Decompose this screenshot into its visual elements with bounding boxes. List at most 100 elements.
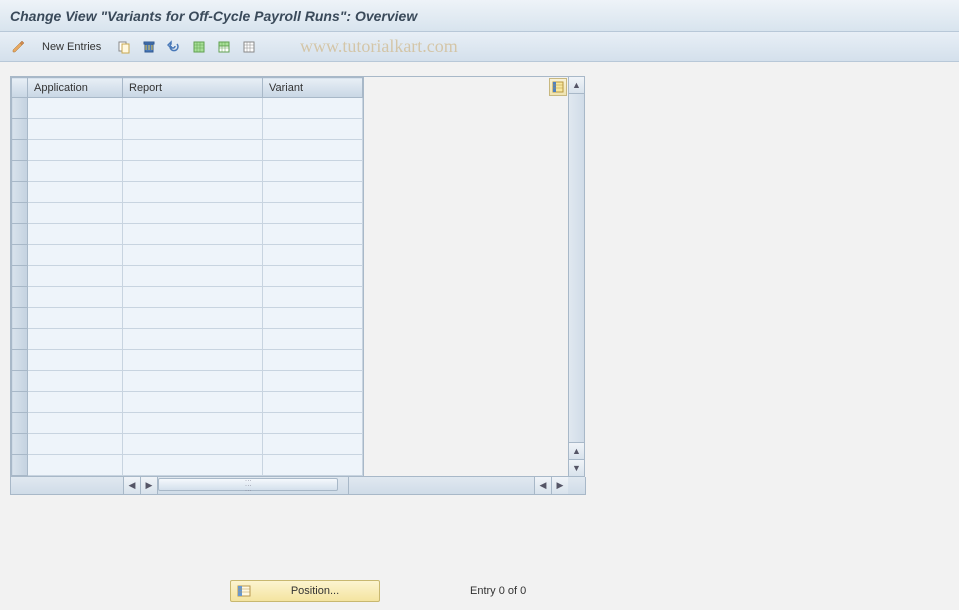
table-cell[interactable] [263, 119, 363, 140]
table-cell[interactable] [28, 371, 123, 392]
row-selector[interactable] [12, 350, 28, 371]
hscroll-thumb[interactable] [158, 478, 338, 491]
select-all-button[interactable] [188, 36, 210, 58]
table-cell[interactable] [123, 434, 263, 455]
table-cell[interactable] [263, 329, 363, 350]
table-cell[interactable] [28, 308, 123, 329]
row-selector[interactable] [12, 266, 28, 287]
content-area: Application Report Variant [0, 62, 959, 509]
select-block-button[interactable] [213, 36, 235, 58]
table-cell[interactable] [28, 119, 123, 140]
table-cell[interactable] [28, 182, 123, 203]
row-selector[interactable] [12, 245, 28, 266]
column-header-variant[interactable]: Variant [263, 78, 363, 98]
table-cell[interactable] [28, 161, 123, 182]
table-cell[interactable] [263, 224, 363, 245]
row-selector[interactable] [12, 455, 28, 476]
table-cell[interactable] [263, 245, 363, 266]
row-selector[interactable] [12, 161, 28, 182]
table-cell[interactable] [263, 392, 363, 413]
row-selector[interactable] [12, 182, 28, 203]
table-cell[interactable] [123, 98, 263, 119]
table-cell[interactable] [123, 224, 263, 245]
column-header-report[interactable]: Report [123, 78, 263, 98]
table-cell[interactable] [28, 392, 123, 413]
table-cell[interactable] [123, 140, 263, 161]
vertical-scrollbar[interactable]: ▲ ▲ ▼ [568, 76, 585, 477]
scroll-right-inner-button[interactable]: ▶ [141, 477, 158, 494]
scroll-up-button[interactable]: ▲ [569, 77, 584, 94]
deselect-all-button[interactable] [238, 36, 260, 58]
table-cell[interactable] [263, 266, 363, 287]
table-cell[interactable] [263, 350, 363, 371]
table-cell[interactable] [263, 287, 363, 308]
row-selector-header[interactable] [12, 78, 28, 98]
table-cell[interactable] [123, 266, 263, 287]
table-cell[interactable] [263, 434, 363, 455]
scroll-left-end-button[interactable]: ◀ [534, 477, 551, 494]
table-cell[interactable] [123, 203, 263, 224]
row-selector[interactable] [12, 329, 28, 350]
row-selector[interactable] [12, 119, 28, 140]
table-cell[interactable] [28, 287, 123, 308]
row-selector[interactable] [12, 98, 28, 119]
row-selector[interactable] [12, 308, 28, 329]
table-cell[interactable] [263, 98, 363, 119]
table-cell[interactable] [263, 413, 363, 434]
copy-button[interactable] [113, 36, 135, 58]
table-cell[interactable] [28, 224, 123, 245]
row-selector[interactable] [12, 224, 28, 245]
row-selector[interactable] [12, 413, 28, 434]
undo-button[interactable] [163, 36, 185, 58]
delete-button[interactable] [138, 36, 160, 58]
vscroll-track[interactable] [569, 94, 584, 442]
table-cell[interactable] [123, 413, 263, 434]
table-cell[interactable] [28, 329, 123, 350]
new-entries-button[interactable]: New Entries [33, 36, 110, 58]
table-cell[interactable] [28, 203, 123, 224]
scroll-right-end-button[interactable]: ▶ [551, 477, 568, 494]
table-cell[interactable] [123, 392, 263, 413]
row-selector[interactable] [12, 434, 28, 455]
table-cell[interactable] [28, 434, 123, 455]
table-cell[interactable] [28, 350, 123, 371]
table-cell[interactable] [263, 140, 363, 161]
column-header-application[interactable]: Application [28, 78, 123, 98]
table-cell[interactable] [123, 161, 263, 182]
table-cell[interactable] [28, 140, 123, 161]
table-cell[interactable] [28, 266, 123, 287]
scroll-down-top-button[interactable]: ▲ [569, 442, 584, 459]
row-selector[interactable] [12, 203, 28, 224]
table-cell[interactable] [123, 371, 263, 392]
triangle-up-icon: ▲ [572, 446, 581, 456]
table-configuration-button[interactable] [549, 78, 567, 96]
table-cell[interactable] [28, 98, 123, 119]
table-cell[interactable] [263, 161, 363, 182]
table-cell[interactable] [263, 308, 363, 329]
table-cell[interactable] [123, 287, 263, 308]
toggle-change-button[interactable] [8, 36, 30, 58]
row-selector[interactable] [12, 140, 28, 161]
scroll-left-button[interactable]: ◀ [124, 477, 141, 494]
row-selector[interactable] [12, 371, 28, 392]
table-cell[interactable] [123, 119, 263, 140]
hscroll-track[interactable] [158, 477, 348, 494]
table-cell[interactable] [263, 203, 363, 224]
table-cell[interactable] [123, 455, 263, 476]
table-cell[interactable] [28, 245, 123, 266]
table-cell[interactable] [263, 182, 363, 203]
table-cell[interactable] [28, 455, 123, 476]
scroll-down-button[interactable]: ▼ [569, 459, 584, 476]
position-button[interactable]: Position... [230, 580, 380, 602]
table-cell[interactable] [123, 329, 263, 350]
row-selector[interactable] [12, 287, 28, 308]
table-cell[interactable] [263, 455, 363, 476]
table-cell[interactable] [123, 245, 263, 266]
table-row [12, 308, 363, 329]
table-cell[interactable] [123, 182, 263, 203]
table-cell[interactable] [28, 413, 123, 434]
table-cell[interactable] [123, 350, 263, 371]
table-cell[interactable] [123, 308, 263, 329]
table-cell[interactable] [263, 371, 363, 392]
row-selector[interactable] [12, 392, 28, 413]
